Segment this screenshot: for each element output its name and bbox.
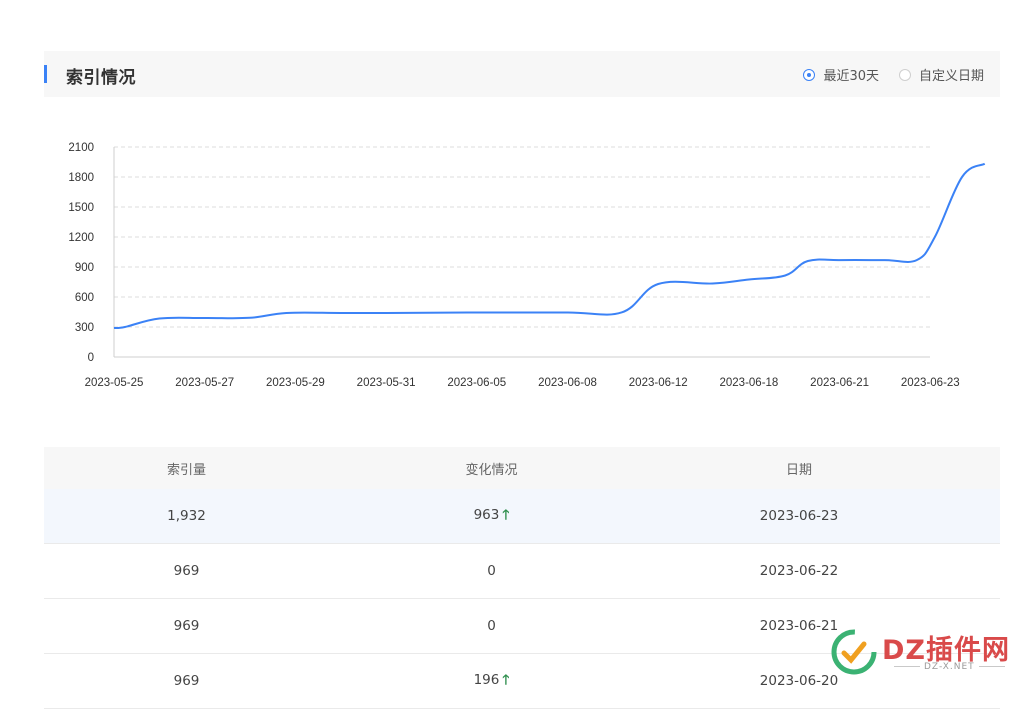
watermark-logo-icon (831, 629, 877, 675)
cell-change: 0 (329, 618, 614, 634)
y-tick-label: 600 (75, 292, 94, 304)
watermark: DZ插件网 DZ-X.NET (830, 626, 1020, 686)
y-tick-label: 900 (75, 262, 94, 274)
radio-selected-icon[interactable] (803, 68, 816, 81)
cell-change: 963 🡑 (329, 505, 614, 528)
radio-label-custom-date: 自定义日期 (918, 69, 984, 84)
column-header-date: 日期 (785, 462, 812, 478)
y-tick-label: 1200 (68, 232, 94, 244)
y-tick-label: 0 (88, 352, 94, 364)
table-row: 1,932 963 🡑 2023-06-23 (44, 489, 1000, 544)
x-tick-label: 2023-05-29 (266, 377, 325, 389)
change-value: 0 (487, 618, 496, 634)
cell-date: 2023-06-22 (759, 563, 839, 579)
arrow-up-icon: 🡑 (502, 506, 510, 523)
table-header: 索引量 变化情况 日期 (44, 447, 1000, 489)
cell-count: 1,932 (167, 508, 206, 524)
cell-date: 2023-06-23 (759, 508, 839, 524)
change-value: 963 (473, 506, 500, 523)
arrow-up-icon: 🡑 (502, 671, 510, 688)
column-header-count: 索引量 (166, 462, 206, 478)
watermark-subtext: DZ-X.NET (890, 662, 1009, 672)
cell-change: 0 (329, 563, 614, 579)
x-tick-label: 2023-05-25 (85, 377, 144, 389)
section-title: 索引情况 (66, 68, 136, 88)
series-line (113, 162, 986, 330)
chart-svg: 0 300 600 900 1200 1500 1800 2100 2023-05-25 2023… (68, 142, 986, 389)
radio-custom-date[interactable]: 自定义日期 (898, 65, 984, 84)
date-range-options: 最近30天 自定义日期 (783, 65, 984, 84)
radio-label-last-30-days: 最近30天 (823, 69, 879, 84)
x-tick-label: 2023-06-23 (901, 377, 960, 389)
x-tick-label: 2023-05-27 (175, 377, 234, 389)
x-tick-label: 2023-05-31 (357, 377, 416, 389)
x-tick-label: 2023-06-18 (719, 377, 778, 389)
y-tick-label: 2100 (68, 142, 94, 154)
cell-change: 196 🡑 (329, 670, 614, 693)
table-row: 969 0 2023-06-22 (44, 544, 1000, 599)
x-tick-label: 2023-06-05 (447, 377, 506, 389)
cell-count: 969 (173, 618, 200, 634)
y-tick-label: 1500 (68, 202, 94, 214)
x-tick-label: 2023-06-08 (538, 377, 597, 389)
cell-count: 969 (173, 563, 200, 579)
change-value: 0 (487, 563, 496, 579)
y-tick-label: 1800 (68, 172, 94, 184)
column-header-change: 变化情况 (465, 462, 518, 478)
section-header: 索引情况 最近30天 自定义日期 (44, 51, 1000, 97)
x-tick-label: 2023-06-12 (629, 377, 688, 389)
y-tick-label: 300 (75, 322, 94, 334)
title-accent-bar (44, 65, 47, 83)
cell-count: 969 (173, 673, 200, 689)
index-line-chart: 0 300 600 900 1200 1500 1800 2100 2023-05-25 2023… (0, 130, 1031, 410)
x-tick-label: 2023-06-21 (810, 377, 869, 389)
radio-last-30-days[interactable]: 最近30天 (803, 65, 879, 84)
radio-unselected-icon[interactable] (898, 68, 911, 81)
change-value: 196 (473, 671, 500, 688)
